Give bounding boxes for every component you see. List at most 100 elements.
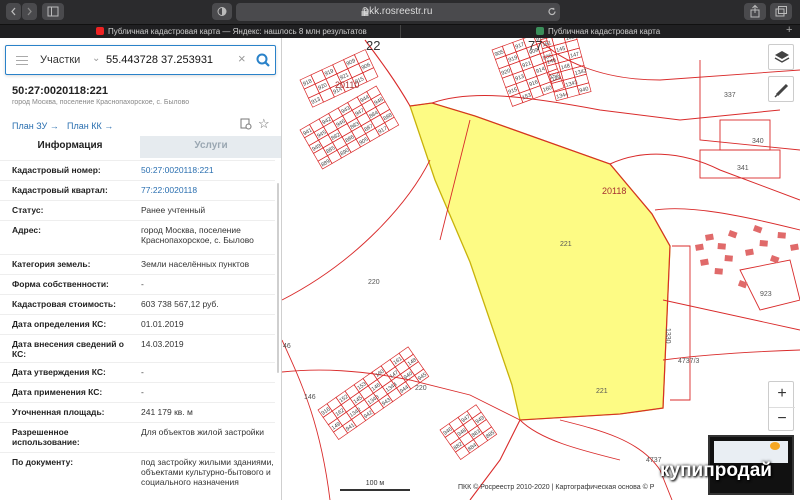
field-value: 01.01.2019 — [141, 319, 184, 329]
road-line — [662, 299, 800, 331]
field-value: - — [141, 367, 144, 377]
region-label-77: 77 — [528, 38, 542, 53]
object-address: город Москва, поселение Краснопахорское,… — [12, 99, 190, 106]
tab-yandex-title: Публичная кадастровая карта — Яндекс: на… — [108, 27, 367, 36]
parcel-label-1330: 1330 — [664, 328, 671, 344]
clear-search-icon[interactable]: × — [238, 51, 246, 66]
lot-label: 890 — [339, 148, 350, 158]
road-line — [519, 419, 621, 461]
building — [752, 225, 763, 234]
building — [777, 232, 786, 239]
cadastral-map[interactable]: 905 917 918 919 909 920 921 906 913 914 915 916 152 1… — [282, 38, 800, 500]
field-label: Разрешенное использование: — [12, 427, 80, 447]
plan-kk-link[interactable]: План КК → — [67, 121, 113, 131]
menu-icon[interactable] — [16, 56, 28, 65]
road-line — [282, 369, 521, 421]
cadastral-quarter-link[interactable]: 77:22:0020118 — [141, 185, 275, 195]
address-bar[interactable]: pkk.rosreestr.ru — [236, 3, 560, 21]
forward-button[interactable] — [22, 3, 37, 20]
star-icon[interactable]: ☆ — [258, 116, 270, 132]
road-line — [282, 339, 331, 500]
parcel-label-341: 341 — [737, 165, 749, 172]
parcel-1330 — [670, 245, 691, 401]
print-icon[interactable] — [240, 118, 252, 130]
search-icon[interactable] — [254, 51, 272, 69]
field-value: Ранее учтенный — [141, 205, 206, 215]
lot-label: 909 — [346, 58, 357, 67]
lot-block: 9161521531601611621451461471481491342134… — [317, 346, 430, 440]
field-value: 603 738 567,12 руб. — [141, 299, 219, 309]
field-label: Кадастровая стоимость: — [12, 299, 116, 309]
reload-button[interactable] — [545, 3, 559, 20]
parcel-label-221: 221 — [560, 241, 572, 248]
road-line — [609, 153, 800, 201]
search-type-select[interactable]: Участки — [40, 54, 80, 66]
tab-yandex[interactable]: Публичная кадастровая карта — Яндекс: на… — [96, 25, 396, 39]
lot-block: 946947948949882883884885 — [439, 404, 498, 460]
parcel-label-4737-3: 4737/3 — [678, 358, 700, 365]
chevron-down-icon[interactable]: ⌄ — [92, 53, 100, 64]
back-button[interactable] — [6, 3, 21, 20]
search-input[interactable]: 55.443728 37.253931 — [106, 54, 213, 66]
arrow-right-icon: → — [49, 121, 59, 131]
building — [724, 255, 733, 262]
building — [745, 248, 754, 256]
tab-pkk[interactable]: Публичная кадастровая карта — [536, 25, 736, 39]
zoom-out-icon[interactable]: − — [769, 407, 795, 432]
field-label: Кадастровый номер: — [12, 165, 101, 175]
field-row-status: Статус: Ранее учтенный — [0, 200, 275, 220]
new-tab-button[interactable]: + — [786, 24, 792, 36]
privacy-button[interactable] — [212, 3, 232, 20]
ruler-button[interactable] — [768, 76, 794, 102]
field-label: Адрес: — [12, 225, 41, 235]
building — [759, 239, 768, 247]
field-label: Кадастровый квартал: — [12, 185, 108, 195]
info-panel: Участки ⌄ 55.443728 37.253931 × 50:27:00… — [0, 38, 282, 500]
zoom-in-icon[interactable]: + — [769, 382, 795, 407]
field-value: 14.03.2019 — [141, 339, 184, 349]
tabs-overview-button[interactable] — [770, 3, 792, 20]
field-value: - — [141, 387, 144, 397]
field-label: Дата утверждения КС: — [12, 367, 106, 377]
plan-zu-link[interactable]: План ЗУ → — [12, 121, 59, 131]
road-line — [654, 208, 800, 231]
building — [727, 229, 738, 239]
block-label-20118: 20118 — [602, 186, 626, 196]
scale-bar: 100 м — [340, 480, 410, 491]
scrollbar[interactable] — [277, 183, 279, 373]
plan-zu-label: План ЗУ — [12, 121, 48, 131]
back-icon — [11, 7, 16, 16]
building — [717, 242, 726, 250]
tab-information[interactable]: Информация — [0, 136, 140, 158]
field-row-cadastral-value: Кадастровая стоимость: 603 738 567,12 ру… — [0, 294, 275, 314]
search-box: Участки ⌄ 55.443728 37.253931 × — [5, 45, 276, 75]
field-value: Земли населённых пунктов — [141, 259, 250, 269]
layers-button[interactable] — [768, 44, 794, 70]
sidebar-button[interactable] — [42, 3, 64, 20]
parcel-label-220: 220 — [368, 279, 380, 286]
lot-label: 940 — [579, 86, 589, 94]
field-value: - — [141, 279, 144, 289]
lot-label: 913 — [311, 97, 322, 106]
field-value: под застройку жилыми зданиями, объектами… — [141, 457, 274, 487]
cadastral-number-link[interactable]: 50:27:0020118:221 — [141, 165, 275, 175]
share-button[interactable] — [744, 3, 766, 20]
scale-line — [340, 489, 410, 491]
object-number: 50:27:0020118:221 — [12, 85, 109, 97]
building — [700, 258, 709, 266]
map-canvas[interactable]: 9059179189199099209219069139149159161521… — [282, 38, 800, 500]
parcel-label-146: 146 — [304, 394, 316, 401]
tab-divider — [400, 25, 401, 39]
building — [790, 243, 799, 251]
parcel-341 — [699, 149, 781, 179]
parcel-label-220b: 220 — [415, 385, 427, 392]
sidebar-icon — [47, 6, 59, 17]
building — [695, 243, 704, 251]
lot-label: 919 — [324, 68, 335, 77]
shield-icon — [217, 7, 227, 16]
selected-parcel[interactable] — [409, 102, 671, 421]
pkk-favicon-icon — [536, 27, 544, 35]
tab-services[interactable]: Услуги — [140, 136, 281, 158]
road-line — [282, 159, 431, 301]
lot-label: 889 — [320, 159, 331, 169]
